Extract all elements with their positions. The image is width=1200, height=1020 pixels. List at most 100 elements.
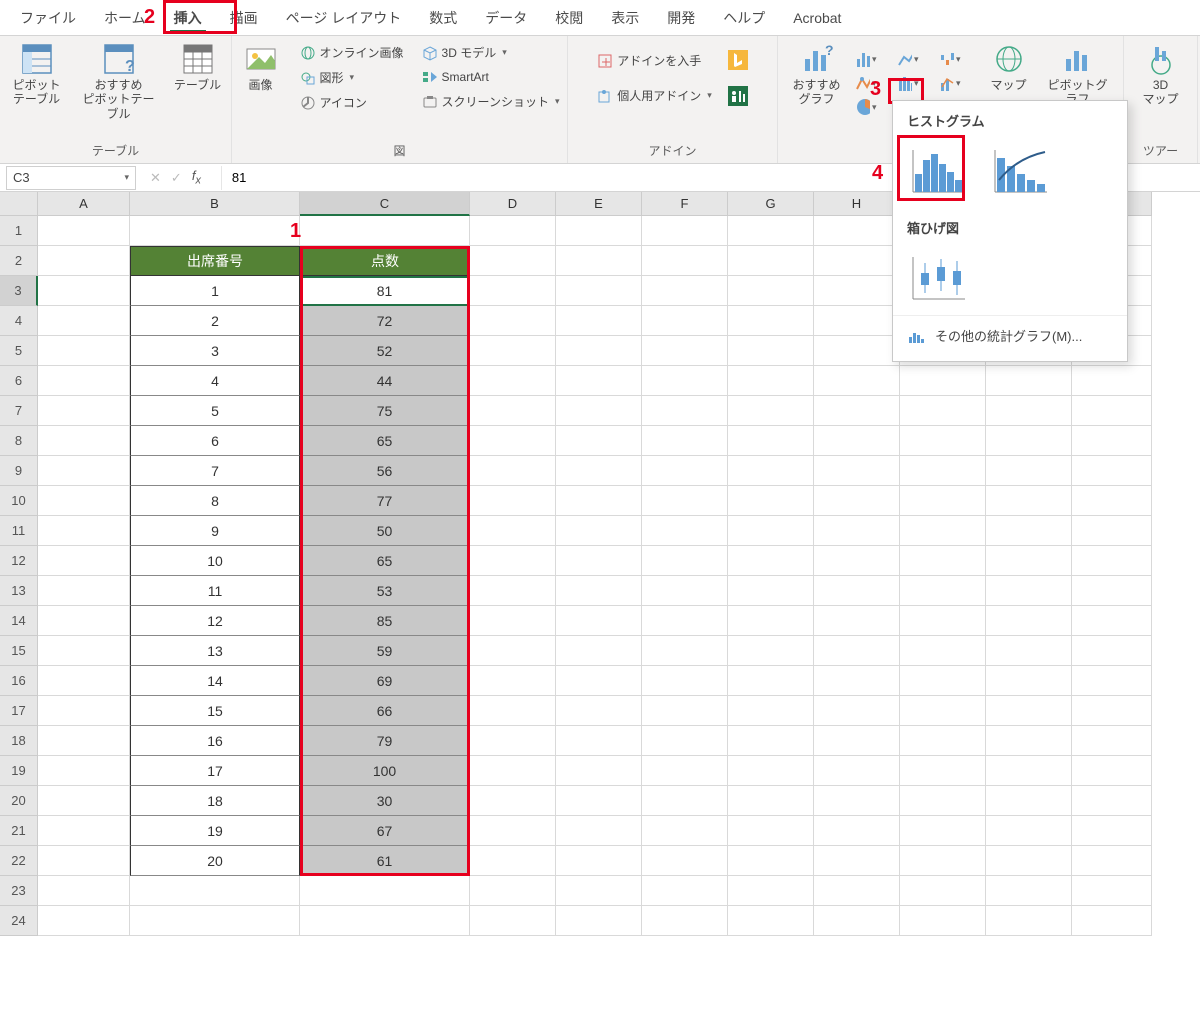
- cell-B21[interactable]: 19: [130, 816, 300, 846]
- cell-K21[interactable]: [1072, 816, 1152, 846]
- row-header-5[interactable]: 5: [0, 336, 38, 366]
- cell-B10[interactable]: 8: [130, 486, 300, 516]
- cell-J8[interactable]: [986, 426, 1072, 456]
- cell-A23[interactable]: [38, 876, 130, 906]
- cell-E8[interactable]: [556, 426, 642, 456]
- cell-I13[interactable]: [900, 576, 986, 606]
- cell-K14[interactable]: [1072, 606, 1152, 636]
- shapes-button[interactable]: 図形▾: [298, 67, 357, 88]
- cell-F14[interactable]: [642, 606, 728, 636]
- cell-F12[interactable]: [642, 546, 728, 576]
- cell-J18[interactable]: [986, 726, 1072, 756]
- cell-C10[interactable]: 77: [300, 486, 470, 516]
- cell-K22[interactable]: [1072, 846, 1152, 876]
- tab-draw[interactable]: 描画: [216, 0, 272, 35]
- cell-C16[interactable]: 69: [300, 666, 470, 696]
- cell-K17[interactable]: [1072, 696, 1152, 726]
- row-header-6[interactable]: 6: [0, 366, 38, 396]
- cell-H16[interactable]: [814, 666, 900, 696]
- cell-F15[interactable]: [642, 636, 728, 666]
- cell-B12[interactable]: 10: [130, 546, 300, 576]
- cell-B17[interactable]: 15: [130, 696, 300, 726]
- row-header-19[interactable]: 19: [0, 756, 38, 786]
- cell-C6[interactable]: 44: [300, 366, 470, 396]
- cell-D13[interactable]: [470, 576, 556, 606]
- cell-I18[interactable]: [900, 726, 986, 756]
- column-header-F[interactable]: F: [642, 192, 728, 216]
- cell-F21[interactable]: [642, 816, 728, 846]
- fx-icon[interactable]: fx: [192, 168, 213, 187]
- cell-E19[interactable]: [556, 756, 642, 786]
- cell-A3[interactable]: [38, 276, 130, 306]
- cell-I24[interactable]: [900, 906, 986, 936]
- icons-button[interactable]: アイコン: [298, 92, 369, 113]
- combo-chart-button[interactable]: ▾: [939, 72, 961, 94]
- cell-K6[interactable]: [1072, 366, 1152, 396]
- row-header-22[interactable]: 22: [0, 846, 38, 876]
- cell-A16[interactable]: [38, 666, 130, 696]
- cell-G12[interactable]: [728, 546, 814, 576]
- cell-K20[interactable]: [1072, 786, 1152, 816]
- cell-G14[interactable]: [728, 606, 814, 636]
- cell-H5[interactable]: [814, 336, 900, 366]
- cell-D20[interactable]: [470, 786, 556, 816]
- cell-E12[interactable]: [556, 546, 642, 576]
- cell-I21[interactable]: [900, 816, 986, 846]
- cell-F19[interactable]: [642, 756, 728, 786]
- cell-J9[interactable]: [986, 456, 1072, 486]
- tab-view[interactable]: 表示: [597, 0, 653, 35]
- column-chart-button[interactable]: ▾: [855, 48, 877, 70]
- cell-F1[interactable]: [642, 216, 728, 246]
- cell-C17[interactable]: 66: [300, 696, 470, 726]
- cell-A15[interactable]: [38, 636, 130, 666]
- cell-H9[interactable]: [814, 456, 900, 486]
- cell-H6[interactable]: [814, 366, 900, 396]
- cell-H10[interactable]: [814, 486, 900, 516]
- cell-H1[interactable]: [814, 216, 900, 246]
- row-header-23[interactable]: 23: [0, 876, 38, 906]
- cell-B7[interactable]: 5: [130, 396, 300, 426]
- cell-F22[interactable]: [642, 846, 728, 876]
- cell-H22[interactable]: [814, 846, 900, 876]
- cell-D15[interactable]: [470, 636, 556, 666]
- cell-J6[interactable]: [986, 366, 1072, 396]
- cell-F10[interactable]: [642, 486, 728, 516]
- cell-G15[interactable]: [728, 636, 814, 666]
- cell-E18[interactable]: [556, 726, 642, 756]
- cell-F16[interactable]: [642, 666, 728, 696]
- cell-K19[interactable]: [1072, 756, 1152, 786]
- cell-C12[interactable]: 65: [300, 546, 470, 576]
- cell-J15[interactable]: [986, 636, 1072, 666]
- row-header-7[interactable]: 7: [0, 396, 38, 426]
- cell-G17[interactable]: [728, 696, 814, 726]
- cell-B14[interactable]: 12: [130, 606, 300, 636]
- cell-G20[interactable]: [728, 786, 814, 816]
- histogram-chart-option[interactable]: [905, 140, 969, 196]
- cell-E7[interactable]: [556, 396, 642, 426]
- boxwhisker-chart-option[interactable]: [905, 247, 969, 303]
- cell-B5[interactable]: 3: [130, 336, 300, 366]
- cell-A10[interactable]: [38, 486, 130, 516]
- tab-developer[interactable]: 開発: [653, 0, 709, 35]
- cell-F11[interactable]: [642, 516, 728, 546]
- cell-J24[interactable]: [986, 906, 1072, 936]
- column-header-B[interactable]: B: [130, 192, 300, 216]
- cell-E13[interactable]: [556, 576, 642, 606]
- cell-H3[interactable]: [814, 276, 900, 306]
- row-header-24[interactable]: 24: [0, 906, 38, 936]
- cell-F7[interactable]: [642, 396, 728, 426]
- cell-I11[interactable]: [900, 516, 986, 546]
- cell-H7[interactable]: [814, 396, 900, 426]
- cell-E6[interactable]: [556, 366, 642, 396]
- cell-K7[interactable]: [1072, 396, 1152, 426]
- cell-C22[interactable]: 61: [300, 846, 470, 876]
- column-header-A[interactable]: A: [38, 192, 130, 216]
- cell-G10[interactable]: [728, 486, 814, 516]
- cell-E21[interactable]: [556, 816, 642, 846]
- cell-G22[interactable]: [728, 846, 814, 876]
- cell-G24[interactable]: [728, 906, 814, 936]
- cell-D12[interactable]: [470, 546, 556, 576]
- maps-button[interactable]: マップ: [985, 42, 1033, 92]
- cell-H13[interactable]: [814, 576, 900, 606]
- row-header-10[interactable]: 10: [0, 486, 38, 516]
